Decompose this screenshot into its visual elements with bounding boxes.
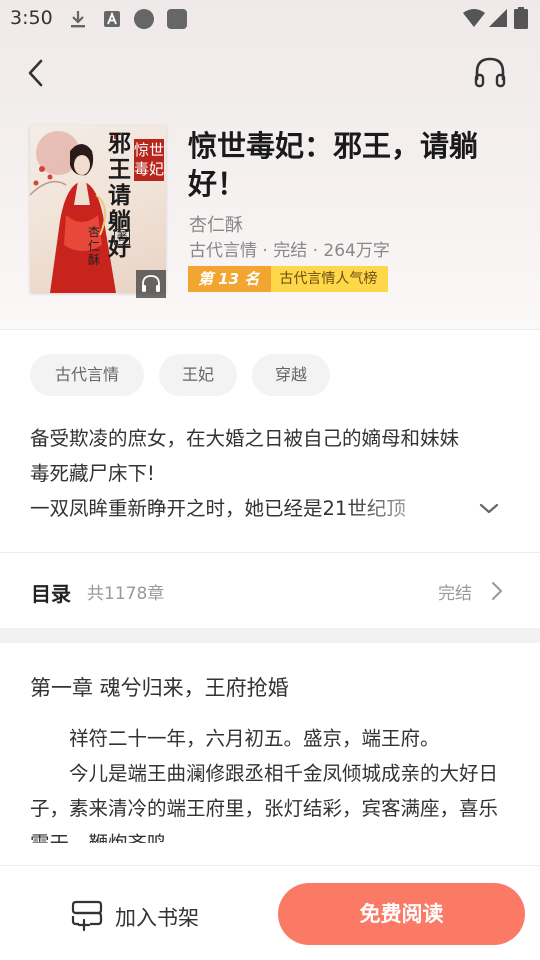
tag-princess[interactable]: 王妃 <box>159 354 237 396</box>
chapter-preview: 祥符二十一年，六月初五。盛京，端王府。 今儿是端王曲澜修跟丞相千金凤倾城成亲的大… <box>30 721 502 843</box>
book-cover[interactable]: 邪王请躺好 惊世毒妃 杏仁酥 著 <box>30 125 166 293</box>
download-icon <box>71 11 85 28</box>
back-icon[interactable] <box>22 56 54 90</box>
bookshelf-add-icon <box>71 900 103 932</box>
status-bar: 3:50 <box>0 0 540 38</box>
chevron-right-icon <box>492 582 502 600</box>
intro-text: 备受欺凌的庶女，在大婚之日被自己的嫡母和妹妹 毒死藏尸床下! <box>30 421 500 491</box>
a-icon <box>104 11 120 27</box>
tag-time-travel[interactable]: 穿越 <box>252 354 330 396</box>
book-meta: 古代言情 · 完结 · 264万字 <box>189 241 390 261</box>
toc-label: 目录 <box>31 582 71 606</box>
cover-author: 杏仁酥 <box>88 225 101 267</box>
toc-chapter-count: 共1178章 <box>87 584 165 604</box>
add-to-shelf-label: 加入书架 <box>115 906 199 930</box>
tag-ancient-romance[interactable]: 古代言情 <box>30 354 144 396</box>
status-time: 3:50 <box>10 7 53 29</box>
section-separator <box>0 628 540 643</box>
free-read-button[interactable]: 免费阅读 <box>278 883 525 945</box>
cover-headphones-icon[interactable] <box>136 270 166 298</box>
book-author[interactable]: 杏仁酥 <box>189 211 243 237</box>
cover-subtitle: 惊世毒妃 <box>134 139 164 181</box>
intro-line: 备受欺凌的庶女，在大婚之日被自己的嫡母和妹妹 <box>30 427 460 450</box>
bottom-action-bar: 加入书架 免费阅读 <box>0 865 540 960</box>
rank-number: 第 13 名 <box>188 266 272 292</box>
signal-icon <box>489 9 507 27</box>
toc-status: 完结 <box>438 584 472 604</box>
headphones-icon[interactable] <box>472 55 508 89</box>
chapter-paragraph: 祥符二十一年，六月初五。盛京，端王府。 <box>69 727 440 750</box>
chapter-title: 第一章 魂兮归来，王府抢婚 <box>30 676 289 700</box>
table-of-contents-row[interactable]: 目录 共1178章 完结 <box>0 553 540 627</box>
intro-line: 毒死藏尸床下! <box>30 462 155 485</box>
rank-badge[interactable]: 第 13 名 古代言情人气榜 <box>188 266 389 292</box>
rank-list-name: 古代言情人气榜 <box>271 266 389 292</box>
intro-line-faded: 一双凤眸重新睁开之时，她已经是21世纪顶 <box>30 497 406 520</box>
battery-icon <box>514 7 528 29</box>
circle-icon <box>134 9 154 29</box>
chevron-down-icon[interactable] <box>477 496 501 520</box>
wifi-icon <box>463 9 485 27</box>
add-to-shelf-button[interactable]: 加入书架 <box>70 896 220 936</box>
square-icon <box>167 9 187 29</box>
cover-author-suffix: 著 <box>114 229 130 245</box>
chapter-paragraph: 今儿是端王曲澜修跟丞相千金凤倾城成亲的大好日子，素来清冷的端王府里，张灯结彩，宾… <box>30 762 499 843</box>
book-title: 惊世毒妃：邪王，请躺好！ <box>188 129 479 201</box>
divider <box>0 329 540 330</box>
